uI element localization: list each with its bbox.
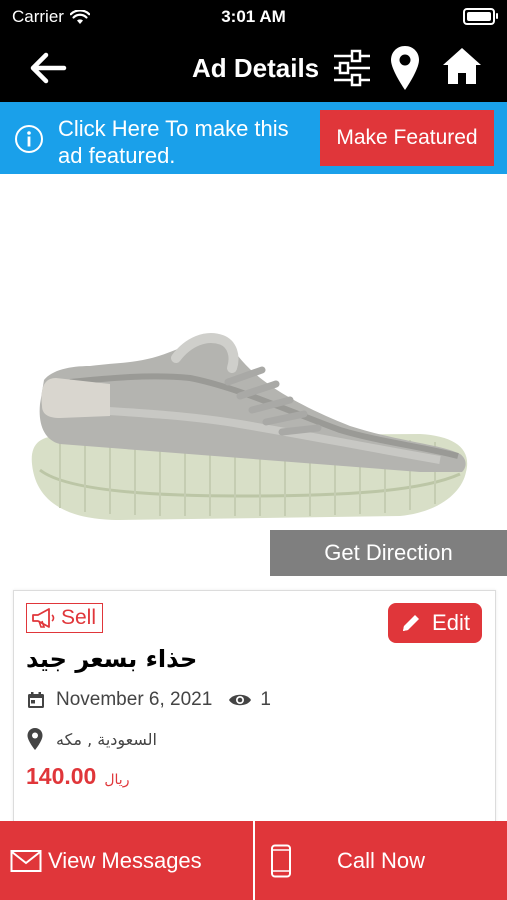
status-bar: Carrier 3:01 AM [0, 0, 507, 34]
back-arrow-icon [30, 52, 67, 84]
ad-details-card: Sell Edit حذاء بسعر جيد November 6, 2021… [13, 590, 496, 832]
date-views-row: November 6, 2021 1 [26, 689, 271, 711]
product-image [0, 174, 507, 530]
home-button[interactable] [441, 46, 483, 91]
sliders-icon [334, 49, 370, 87]
page-title: Ad Details [192, 53, 320, 83]
navigation-bar: Ad Details [0, 34, 507, 102]
location-pin-small-icon [27, 728, 43, 750]
featured-prompt-link[interactable]: Click Here To make this ad featured. [58, 115, 308, 169]
edit-label: Edit [432, 610, 470, 635]
location-row: السعودية , مكه [26, 727, 157, 751]
price-row: 140.00 ريال [26, 763, 129, 790]
ad-location: السعودية , مكه [56, 729, 157, 749]
ad-price: 140.00 [26, 763, 97, 789]
eye-icon [229, 694, 252, 706]
view-messages-label: View Messages [48, 847, 202, 873]
location-button[interactable] [389, 44, 421, 97]
sneaker-image [31, 333, 468, 520]
get-direction-button[interactable]: Get Direction [270, 530, 507, 576]
back-button[interactable] [28, 50, 72, 86]
location-pin-icon [391, 46, 419, 90]
ad-date: November 6, 2021 [56, 689, 213, 710]
envelope-icon [10, 849, 42, 872]
ad-type-label: Sell [61, 606, 97, 629]
call-now-label: Call Now [337, 847, 426, 873]
pencil-icon [403, 615, 420, 631]
call-now-button[interactable]: Call Now [255, 821, 507, 900]
megaphone-icon [32, 608, 55, 628]
home-icon [443, 48, 481, 84]
make-featured-button[interactable]: Make Featured [320, 110, 494, 166]
filter-button[interactable] [332, 48, 372, 93]
edit-button[interactable]: Edit [388, 603, 482, 643]
info-icon [15, 125, 43, 153]
battery-icon [463, 8, 498, 25]
status-time: 3:01 AM [221, 7, 286, 26]
calendar-icon [28, 692, 44, 708]
ad-type-badge: Sell [26, 603, 104, 633]
phone-icon [271, 844, 291, 877]
view-messages-button[interactable]: View Messages [0, 821, 253, 900]
ad-title: حذاء بسعر جيد [26, 645, 198, 673]
views-count: 1 [260, 689, 271, 710]
currency-label: ريال [104, 772, 130, 788]
